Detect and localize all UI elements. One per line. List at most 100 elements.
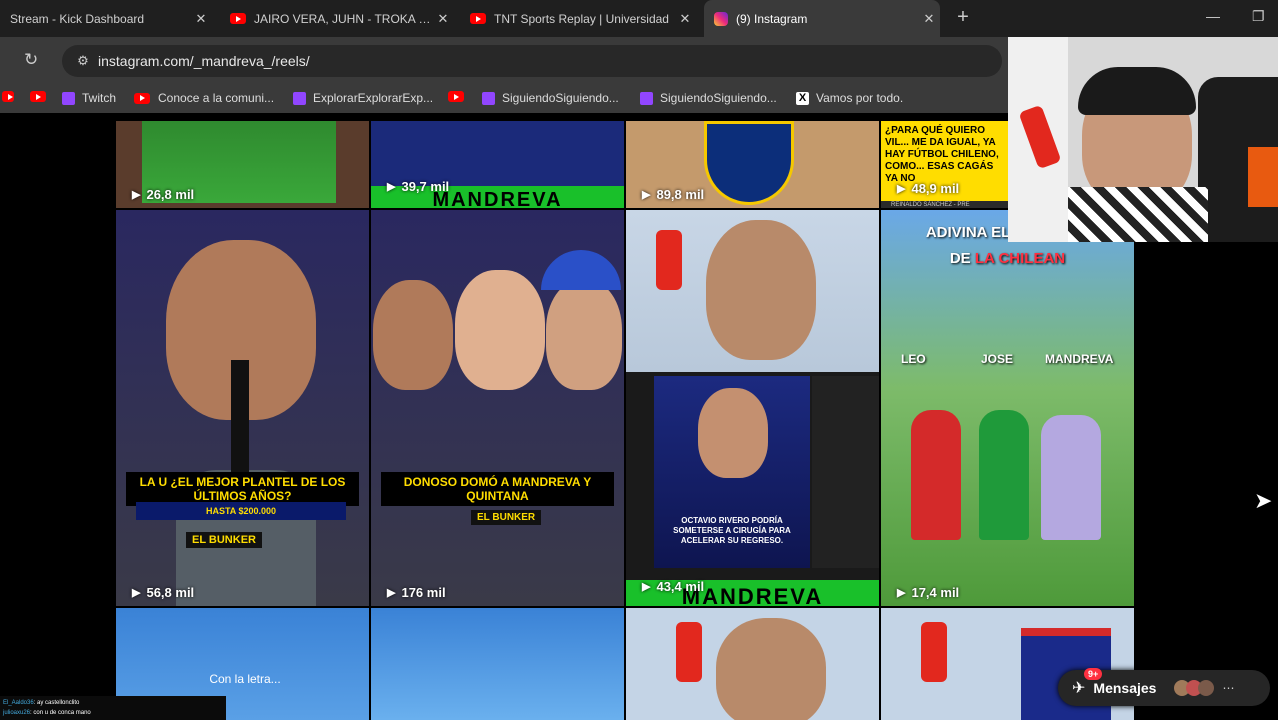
club-crest (704, 121, 794, 205)
messenger-icon: ✈ (1072, 680, 1086, 697)
youtube-icon (134, 92, 150, 104)
restore-icon[interactable]: ❐ (1252, 8, 1265, 25)
view-count: ▶ 43,4 mil (642, 579, 704, 594)
bunker-logo: EL BUNKER (471, 510, 542, 525)
close-icon[interactable]: ✕ (432, 11, 454, 27)
bookmark-label: ExplorarExplorarExp... (313, 91, 434, 105)
microphone (676, 622, 702, 682)
reel-tile[interactable]: DONOSO DOMÓ A MANDREVA Y QUINTANA EL BUN… (371, 210, 624, 606)
view-count: ▶ 26,8 mil (132, 187, 194, 202)
play-icon: ▶ (387, 181, 396, 193)
more-icon[interactable]: ⋯ (1222, 681, 1234, 695)
reel-caption: Con la letra... (209, 672, 281, 686)
reel-tile[interactable]: OCTAVIO RIVERO PODRÍA SOMETERSE A CIRUGÍ… (626, 210, 879, 606)
bookmark-label: Vamos por todo. (816, 91, 904, 105)
messages-button[interactable]: ✈ 9+ Mensajes ⋯ (1058, 668, 1270, 706)
streamer-face (716, 618, 826, 720)
play-icon: ▶ (642, 189, 651, 201)
bookmark-youtube[interactable] (30, 91, 54, 102)
bookmark-youtube[interactable] (2, 91, 14, 102)
guest-face (546, 280, 622, 390)
address-bar[interactable]: ⚙ instagram.com/_mandreva_/reels/ (62, 45, 1002, 77)
news-headline: OCTAVIO RIVERO PODRÍA SOMETERSE A CIRUGÍ… (673, 516, 791, 545)
checkered-shirt (1068, 187, 1208, 242)
chat-text: : ay castellonclito (33, 700, 80, 706)
view-count-text: 43,4 mil (656, 579, 705, 594)
youtube-icon (470, 13, 486, 24)
close-icon[interactable]: ✕ (674, 11, 696, 27)
player-name: MANDREVA (1045, 352, 1114, 366)
bookmark-explorar[interactable]: ExplorarExplorarExp... (293, 91, 433, 105)
cap (541, 250, 621, 290)
player-purple (1041, 415, 1101, 540)
youtube-icon (448, 91, 464, 102)
bunker-logo: EL BUNKER (186, 532, 262, 548)
bookmark-conoce[interactable]: Conoce a la comuni... (134, 91, 274, 105)
reel-tile[interactable]: ▶ 89,8 mil (626, 121, 879, 208)
microphone (656, 230, 682, 290)
reel-subtitle: DE LA CHILEAN (881, 250, 1134, 267)
tab-instagram[interactable]: (9) Instagram ✕ (704, 0, 940, 37)
reel-tile[interactable] (371, 608, 624, 720)
tab-tnt-sports[interactable]: TNT Sports Replay | Universidad ✕ (460, 0, 696, 37)
twitch-icon (482, 91, 495, 105)
play-icon: ▶ (132, 189, 141, 201)
reload-icon[interactable]: ↻ (24, 50, 38, 70)
avatar (1198, 680, 1215, 696)
reels-grid: ▶ 26,8 mil MANDREVA ▶ 39,7 mil ▶ 89,8 mil ¿… (116, 121, 1134, 720)
youtube-icon (230, 13, 246, 24)
bookmark-vamos[interactable]: X Vamos por todo. (796, 91, 903, 105)
tab-title: TNT Sports Replay | Universidad (494, 11, 669, 26)
bookmark-siguiendo-2[interactable]: SiguiendoSiguiendo... (640, 91, 777, 105)
bookmark-siguiendo-1[interactable]: SiguiendoSiguiendo... (482, 91, 619, 105)
view-count: ▶ 89,8 mil (642, 187, 704, 202)
view-count-text: 89,8 mil (656, 187, 705, 202)
guest-face (373, 280, 453, 390)
tab-kick[interactable]: Stream - Kick Dashboard ✕ (0, 0, 212, 37)
quote-credit: REINALDO SÁNCHEZ - PRE (891, 202, 970, 208)
bookmark-youtube[interactable] (448, 91, 472, 102)
subtitle-prefix: DE (949, 250, 975, 267)
bookmark-label: Twitch (82, 91, 117, 105)
player-name: LEO (901, 352, 926, 366)
bookmarks-bar: Twitch Conoce a la comuni... ExplorarExp… (0, 85, 1008, 113)
play-icon: ▶ (132, 587, 141, 599)
bookmark-twitch[interactable]: Twitch (62, 91, 116, 105)
site-info-icon[interactable]: ⚙ (68, 53, 98, 69)
player-face (698, 388, 768, 478)
messages-label: Mensajes (1093, 680, 1157, 696)
guest-face (455, 270, 545, 390)
bookmark-label: SiguiendoSiguiendo... (660, 91, 777, 105)
minimize-icon[interactable]: — (1206, 8, 1220, 24)
chat-message: julioaxu26: con u de conca mano (3, 708, 223, 718)
close-icon[interactable]: ✕ (190, 11, 212, 27)
view-count: ▶ 17,4 mil (897, 585, 959, 600)
reel-tile[interactable]: MANDREVA ▶ 39,7 mil (371, 121, 624, 208)
new-tab-icon[interactable]: + (952, 6, 974, 28)
reel-caption: DONOSO DOMÓ A MANDREVA Y QUINTANA (381, 472, 614, 506)
webcam-overlay (1008, 37, 1278, 242)
microphone (231, 360, 249, 480)
player-red (911, 410, 961, 540)
view-count: ▶ 176 mil (387, 585, 446, 600)
headset (1078, 67, 1196, 115)
tab-youtube-jairo[interactable]: JAIRO VERA, JUHN - TROKA - YouTube ✕ (220, 0, 454, 37)
tab-title: Stream - Kick Dashboard (10, 11, 145, 26)
bookmark-label: Conoce a la comuni... (158, 91, 275, 105)
close-icon[interactable]: ✕ (918, 11, 940, 27)
tab-bar: Stream - Kick Dashboard ✕ JAIRO VERA, JU… (0, 0, 1278, 37)
tab-title: JAIRO VERA, JUHN - TROKA - YouTube (254, 11, 432, 26)
microphone (921, 622, 947, 682)
streamer-face (706, 220, 816, 360)
reel-tile[interactable] (626, 608, 879, 720)
twitch-icon (640, 91, 653, 105)
reel-tile[interactable]: ▶ 26,8 mil (116, 121, 369, 208)
chat-message: El_Aaldo36: ay castellonclito (3, 698, 223, 708)
twitch-icon (62, 91, 75, 105)
twitch-icon (293, 91, 306, 105)
instagram-icon (714, 11, 728, 26)
url-text[interactable]: instagram.com/_mandreva_/reels/ (98, 53, 310, 69)
chat-text: : con u de conca mano (30, 710, 91, 716)
reel-tile[interactable]: LA U ¿EL MEJOR PLANTEL DE LOS ÚLTIMOS AÑ… (116, 210, 369, 606)
reel-tile[interactable]: ADIVINA EL JUGADOR DE LA CHILEAN LEO JOS… (881, 210, 1134, 606)
